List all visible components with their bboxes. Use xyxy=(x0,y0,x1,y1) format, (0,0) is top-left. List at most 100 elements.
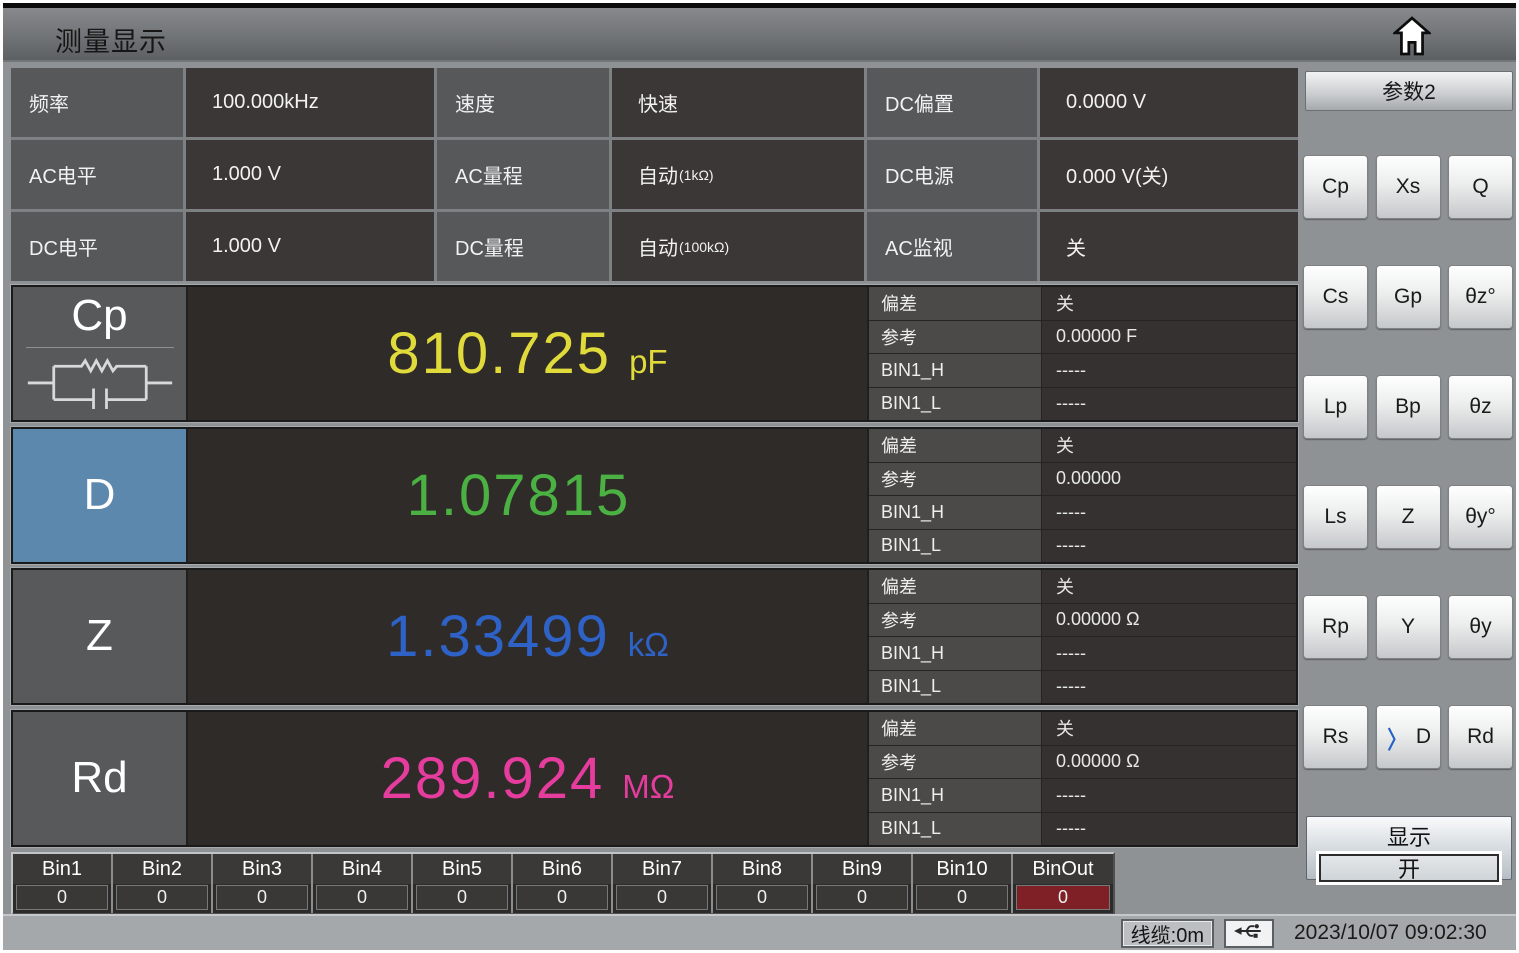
measurement-param-label: D xyxy=(84,472,116,518)
param-label-ac-level: AC电平 xyxy=(11,140,183,209)
home-button[interactable] xyxy=(1390,13,1434,61)
bin-column: Bin100 xyxy=(913,854,1013,913)
bin-column: Bin10 xyxy=(13,854,113,913)
measurement-unit: kΩ xyxy=(628,610,669,664)
datetime-display: 2023/10/07 09:02:30 xyxy=(1294,921,1506,945)
bin-header: Bin3 xyxy=(213,854,311,884)
bin-header: Bin1 xyxy=(13,854,111,884)
param-value-frequency[interactable]: 100.000kHz xyxy=(186,68,434,137)
param-value-ac-range[interactable]: 自动(1kΩ) xyxy=(612,140,864,209)
bin-count: 0 xyxy=(116,885,208,910)
param-button-y[interactable]: Y xyxy=(1376,595,1441,659)
bin-column: Bin80 xyxy=(713,854,813,913)
detail-label: 偏差 xyxy=(869,429,1041,462)
lcr-meter-screen: 测量显示 频率 100.000kHz 速度 快速 DC偏置 0.0000 V A… xyxy=(0,0,1519,953)
detail-label: BIN1_L xyxy=(869,530,1041,563)
measurement-param-cell-d[interactable]: D xyxy=(13,429,186,562)
detail-value: ----- xyxy=(1042,388,1296,421)
param-button-label: D xyxy=(1416,725,1431,749)
measurement-details: 偏差关 参考0.00000 BIN1_H----- BIN1_L----- xyxy=(869,429,1296,562)
param-label-frequency: 频率 xyxy=(11,68,183,137)
detail-value: 0.00000 Ω xyxy=(1042,604,1296,637)
detail-value: ----- xyxy=(1042,496,1296,529)
detail-value: ----- xyxy=(1042,354,1296,387)
param-button-theta-y-deg[interactable]: θy° xyxy=(1448,485,1513,549)
bin-column: Bin40 xyxy=(313,854,413,913)
detail-value: 0.00000 xyxy=(1042,463,1296,496)
bin-count: 0 xyxy=(616,885,708,910)
param-button-z[interactable]: Z xyxy=(1376,485,1441,549)
detail-value: ----- xyxy=(1042,671,1296,704)
detail-value: 0.00000 Ω xyxy=(1042,746,1296,779)
param-label-dc-range: DC量程 xyxy=(437,212,609,281)
param-value-dc-range[interactable]: 自动(100kΩ) xyxy=(612,212,864,281)
param-button-theta-z[interactable]: θz xyxy=(1448,375,1513,439)
bin-counter-bar: Bin10 Bin20 Bin30 Bin40 Bin50 Bin60 Bin7… xyxy=(11,852,1115,915)
detail-label: 参考 xyxy=(869,463,1041,496)
detail-value: 关 xyxy=(1042,570,1296,603)
bin-count-binout: 0 xyxy=(1016,885,1110,910)
bin-header: Bin2 xyxy=(113,854,211,884)
param-button-theta-y[interactable]: θy xyxy=(1448,595,1513,659)
bin-column-binout: BinOut0 xyxy=(1013,854,1113,913)
param-button-gp[interactable]: Gp xyxy=(1376,265,1441,329)
parallel-rc-circuit-icon xyxy=(26,347,174,414)
bin-header: Bin8 xyxy=(713,854,811,884)
detail-value: ----- xyxy=(1042,779,1296,812)
detail-value: ----- xyxy=(1042,813,1296,846)
measurement-param-label: Cp xyxy=(71,293,127,339)
measurement-param-cell-rd[interactable]: Rd xyxy=(13,712,186,845)
bin-count: 0 xyxy=(16,885,108,910)
detail-value: ----- xyxy=(1042,530,1296,563)
bin-header: Bin5 xyxy=(413,854,511,884)
detail-label: BIN1_L xyxy=(869,388,1041,421)
bin-count: 0 xyxy=(316,885,408,910)
display-toggle-button[interactable]: 显示 开 xyxy=(1306,816,1512,880)
detail-label: 参考 xyxy=(869,604,1041,637)
param-label-speed: 速度 xyxy=(437,68,609,137)
param-button-rp[interactable]: Rp xyxy=(1303,595,1368,659)
sidebar-header-param2: 参数2 xyxy=(1305,71,1513,111)
measurement-param-cell-cp[interactable]: Cp xyxy=(13,287,186,420)
param-value-ac-monitor[interactable]: 关 xyxy=(1040,212,1298,281)
detail-label: BIN1_L xyxy=(869,813,1041,846)
bin-header: Bin7 xyxy=(613,854,711,884)
bin-count: 0 xyxy=(216,885,308,910)
bin-count: 0 xyxy=(916,885,1008,910)
usb-status-box xyxy=(1224,919,1274,948)
param-value-ac-level[interactable]: 1.000 V xyxy=(186,140,434,209)
bin-count: 0 xyxy=(816,885,908,910)
measurement-param-label: Rd xyxy=(71,755,127,801)
param-button-cs[interactable]: Cs xyxy=(1303,265,1368,329)
param-button-bp[interactable]: Bp xyxy=(1376,375,1441,439)
measurement-value-area: 1.33499 kΩ xyxy=(188,570,867,703)
home-icon xyxy=(1393,46,1431,61)
param-button-rd[interactable]: Rd xyxy=(1448,705,1513,769)
setup-parameter-grid: 频率 100.000kHz 速度 快速 DC偏置 0.0000 V AC电平 1… xyxy=(11,68,1298,281)
param-button-ls[interactable]: Ls xyxy=(1303,485,1368,549)
measurement-param-cell-z[interactable]: Z xyxy=(13,570,186,703)
param-button-theta-z-deg[interactable]: θz° xyxy=(1448,265,1513,329)
display-label: 显示 xyxy=(1307,820,1511,852)
detail-label: 偏差 xyxy=(869,287,1041,320)
param-button-xs[interactable]: Xs xyxy=(1376,155,1441,219)
param-value-speed[interactable]: 快速 xyxy=(612,68,864,137)
measurement-value-area: 289.924 MΩ xyxy=(188,712,867,845)
param-button-rs[interactable]: Rs xyxy=(1303,705,1368,769)
measurement-unit: pF xyxy=(629,327,668,381)
measurement-value: 289.924 xyxy=(381,745,605,812)
bin-header: Bin6 xyxy=(513,854,611,884)
param-value-dc-level[interactable]: 1.000 V xyxy=(186,212,434,281)
param-button-row: Lp Bp θz xyxy=(1303,375,1513,439)
param-button-d-selected[interactable]: 〉 D xyxy=(1376,705,1441,769)
detail-value: 关 xyxy=(1042,287,1296,320)
param-button-q[interactable]: Q xyxy=(1448,155,1513,219)
param-button-lp[interactable]: Lp xyxy=(1303,375,1368,439)
param-value-dc-bias[interactable]: 0.0000 V xyxy=(1040,68,1298,137)
measurement-value-area: 1.07815 xyxy=(188,429,867,562)
param-value-dc-source[interactable]: 0.000 V(关) xyxy=(1040,140,1298,209)
measurement-unit: MΩ xyxy=(622,752,674,806)
measurement-value: 1.33499 xyxy=(386,603,610,670)
param-button-row: Ls Z θy° xyxy=(1303,485,1513,549)
param-button-cp[interactable]: Cp xyxy=(1303,155,1368,219)
